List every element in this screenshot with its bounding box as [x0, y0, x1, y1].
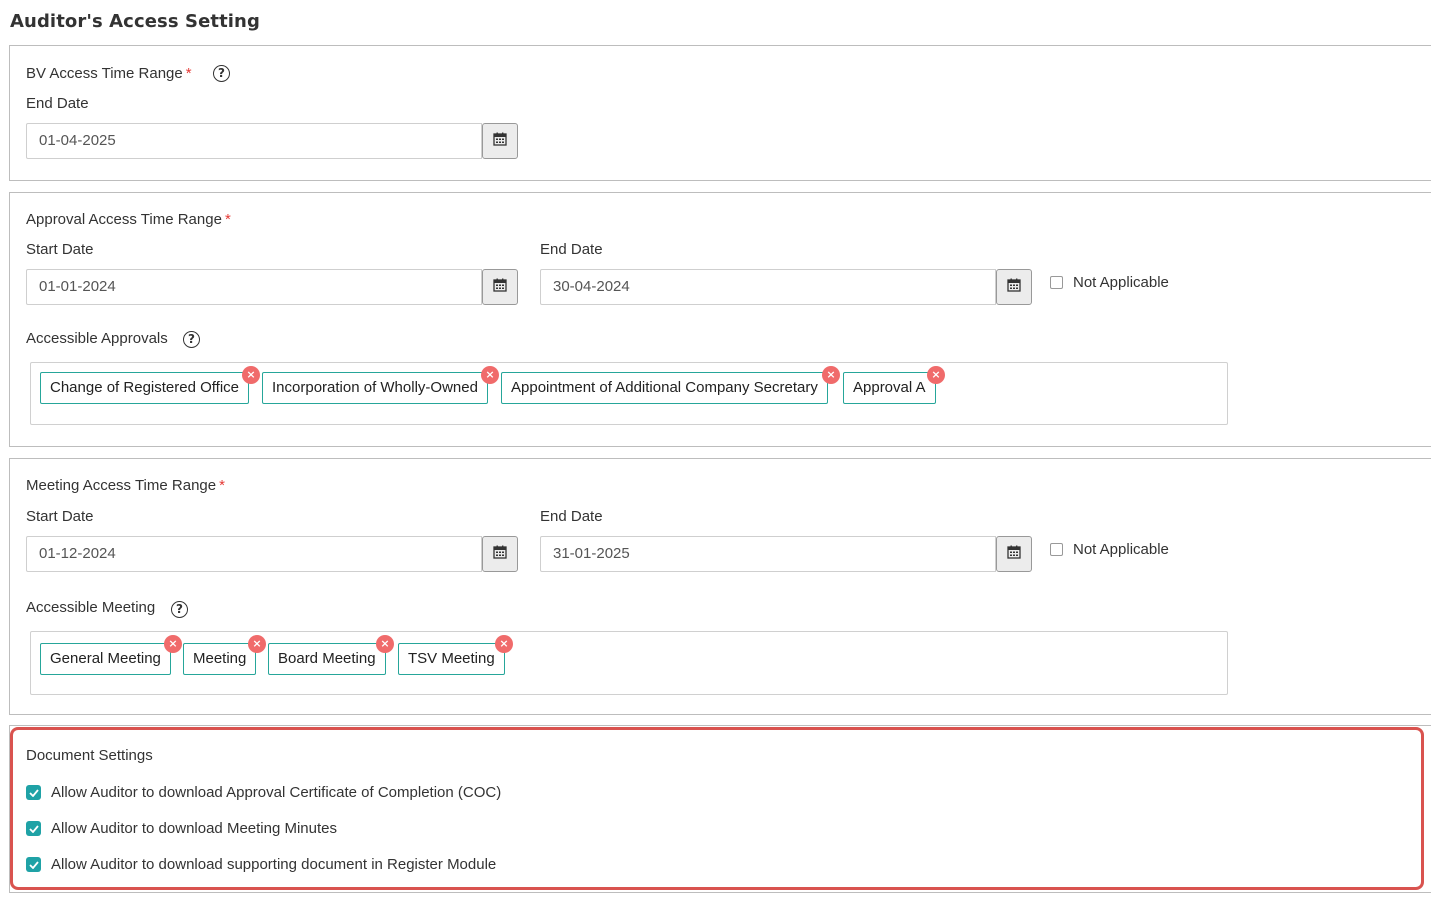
tag-chip: Approval A: [843, 372, 936, 404]
required-mark: *: [185, 65, 192, 82]
approval-end-calendar-button[interactable]: [996, 269, 1032, 305]
bv-end-date-input[interactable]: 01-04-2025: [26, 123, 482, 159]
meeting-start-calendar-button[interactable]: [482, 536, 518, 572]
accessible-meeting-label: Accessible Meeting: [26, 599, 156, 616]
meeting-end-date-input[interactable]: 31-01-2025: [540, 536, 996, 572]
meeting-end-calendar-button[interactable]: [996, 536, 1032, 572]
bv-access-label: BV Access Time Range *: [26, 65, 192, 82]
help-icon[interactable]: ?: [183, 331, 200, 348]
meeting-start-date-label: Start Date: [26, 508, 94, 525]
calendar-icon: [1007, 545, 1021, 564]
meeting-end-date-label: End Date: [540, 508, 603, 525]
calendar-icon: [493, 545, 507, 564]
approval-start-calendar-button[interactable]: [482, 269, 518, 305]
bv-end-calendar-button[interactable]: [482, 123, 518, 159]
allow-register-doc-download-option[interactable]: Allow Auditor to download supporting doc…: [26, 856, 496, 873]
not-applicable-label: Not Applicable: [1073, 274, 1169, 291]
approval-start-date-label: Start Date: [26, 241, 94, 258]
approval-end-date-input[interactable]: 30-04-2024: [540, 269, 996, 305]
remove-tag-icon[interactable]: ×: [242, 366, 260, 384]
checkbox-checked[interactable]: [26, 785, 41, 800]
checkbox-box[interactable]: [1050, 543, 1063, 556]
tag-chip: Incorporation of Wholly-Owned: [262, 372, 488, 404]
option-label: Allow Auditor to download supporting doc…: [51, 856, 497, 873]
calendar-icon: [493, 278, 507, 297]
remove-tag-icon[interactable]: ×: [822, 366, 840, 384]
tag-chip: Appointment of Additional Company Secret…: [501, 372, 828, 404]
help-icon[interactable]: ?: [171, 601, 188, 618]
allow-coc-download-option[interactable]: Allow Auditor to download Approval Certi…: [26, 784, 501, 801]
approvals-tag-box[interactable]: Change of Registered Office × Incorporat…: [30, 362, 1228, 425]
help-icon[interactable]: ?: [213, 65, 230, 82]
accessible-approvals-label: Accessible Approvals: [26, 330, 168, 347]
page-title: Auditor's Access Setting: [10, 11, 260, 32]
option-label: Allow Auditor to download Approval Certi…: [51, 784, 502, 801]
approval-access-panel: Approval Access Time Range * Start Date 0…: [9, 192, 1431, 447]
tag-chip: Meeting: [183, 643, 257, 675]
not-applicable-label: Not Applicable: [1073, 541, 1169, 558]
approval-not-applicable-checkbox[interactable]: Not Applicable: [1050, 274, 1169, 291]
tag-chip: Change of Registered Office: [40, 372, 250, 404]
calendar-icon: [1007, 278, 1021, 297]
tag-chip: TSV Meeting: [398, 643, 505, 675]
approval-access-label: Approval Access Time Range *: [26, 211, 231, 228]
remove-tag-icon[interactable]: ×: [164, 635, 182, 653]
tag-chip: Board Meeting: [268, 643, 386, 675]
remove-tag-icon[interactable]: ×: [495, 635, 513, 653]
allow-minutes-download-option[interactable]: Allow Auditor to download Meeting Minute…: [26, 820, 337, 837]
meeting-start-date-input[interactable]: 01-12-2024: [26, 536, 482, 572]
required-mark: *: [219, 477, 225, 494]
meeting-access-label: Meeting Access Time Range *: [26, 477, 225, 494]
checkbox-checked[interactable]: [26, 821, 41, 836]
remove-tag-icon[interactable]: ×: [376, 635, 394, 653]
remove-tag-icon[interactable]: ×: [927, 366, 945, 384]
bv-end-date-label: End Date: [26, 95, 89, 112]
meeting-access-panel: Meeting Access Time Range * Start Date 01…: [9, 458, 1431, 715]
approval-end-date-label: End Date: [540, 241, 603, 258]
meeting-not-applicable-checkbox[interactable]: Not Applicable: [1050, 541, 1169, 558]
approval-start-date-input[interactable]: 01-01-2024: [26, 269, 482, 305]
bv-access-panel: BV Access Time Range * ? End Date 01-04-2…: [9, 45, 1431, 181]
remove-tag-icon[interactable]: ×: [248, 635, 266, 653]
checkbox-box[interactable]: [1050, 276, 1063, 289]
option-label: Allow Auditor to download Meeting Minute…: [51, 820, 337, 837]
tag-chip: General Meeting: [40, 643, 171, 675]
required-mark: *: [224, 211, 231, 228]
meetings-tag-box[interactable]: General Meeting × Meeting × Board Meetin…: [30, 631, 1228, 695]
checkbox-checked[interactable]: [26, 857, 41, 872]
document-settings-label: Document Settings: [26, 747, 153, 764]
calendar-icon: [493, 132, 507, 151]
remove-tag-icon[interactable]: ×: [481, 366, 499, 384]
